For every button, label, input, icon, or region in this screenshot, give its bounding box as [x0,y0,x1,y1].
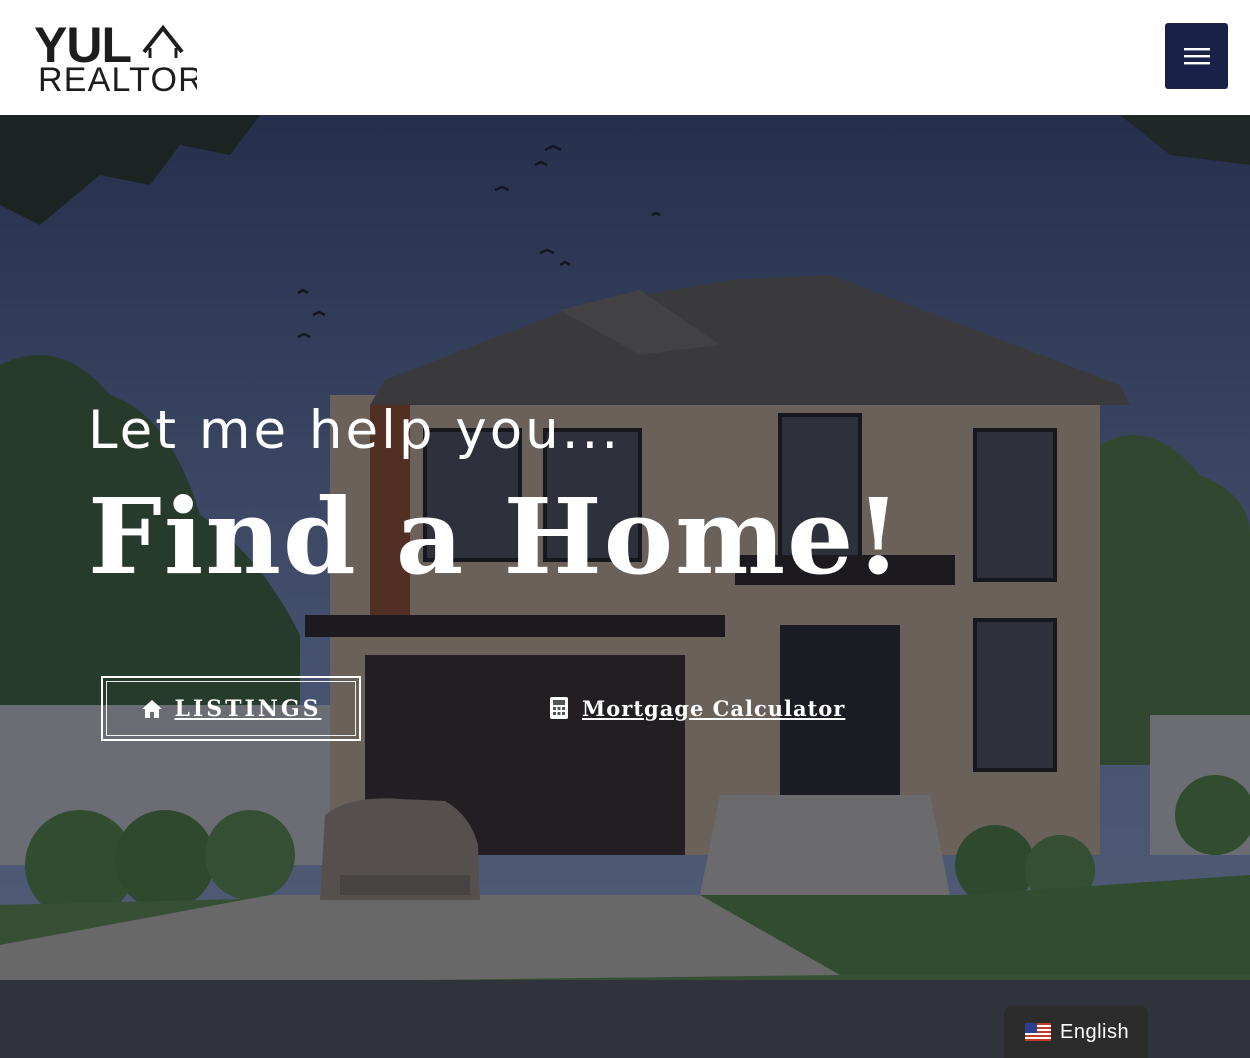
home-icon [142,699,163,718]
logo-bottom-text: REALTOR [38,61,197,96]
language-label: English [1060,1020,1130,1043]
hamburger-menu-icon [1183,48,1210,65]
us-flag-icon [1025,1023,1051,1041]
hero-section: Let me help you... Find a Home! LISTINGS… [0,115,1250,1058]
listings-button[interactable]: LISTINGS [101,676,361,741]
logo-graphic: YUL REALTOR [34,17,203,99]
mortgage-calculator-button[interactable]: Mortgage Calculator [548,688,845,728]
hero-kicker: Let me help you... [88,400,622,461]
calculator-icon [550,697,568,719]
menu-toggle-button[interactable] [1165,23,1228,89]
logo[interactable]: YUL REALTOR [32,17,203,99]
site-header: YUL REALTOR [0,0,1250,115]
language-switcher[interactable]: English [1004,1006,1148,1058]
listings-button-label: LISTINGS [174,695,322,722]
hero-headline: Find a Home! [88,475,903,598]
mortgage-calculator-label: Mortgage Calculator [582,695,846,721]
